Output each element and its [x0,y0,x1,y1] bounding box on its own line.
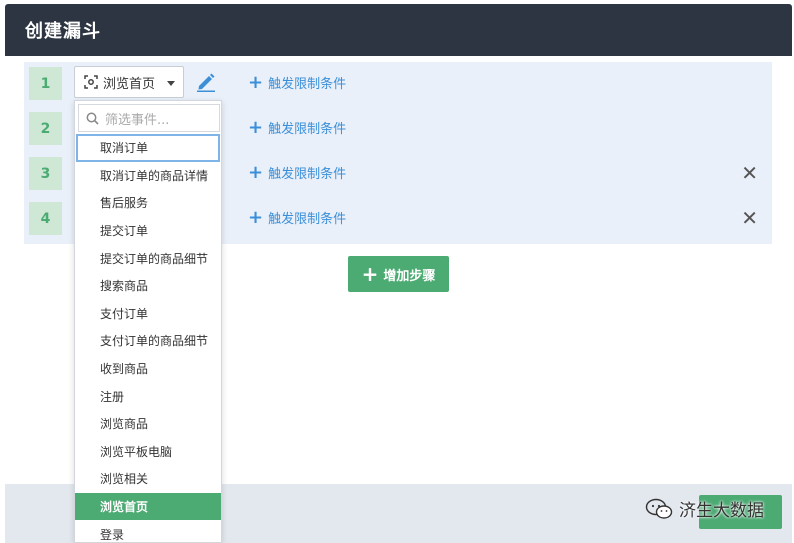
plus-icon: + [361,262,379,286]
watermark: 济生大数据 [645,496,764,521]
add-condition-link[interactable]: + 触发限制条件 [248,73,346,92]
event-option[interactable]: 浏览首页 [75,492,221,521]
plus-icon: + [248,206,264,228]
step-number: 1 [29,67,62,100]
search-placeholder: 筛选事件... [105,112,170,128]
event-select[interactable]: 浏览首页 [74,66,184,98]
edit-pencil-icon[interactable] [195,71,217,93]
event-option[interactable]: 售后服务 [75,189,221,217]
event-option[interactable]: 登录 [75,520,221,542]
event-select-value: 浏览首页 [103,76,156,92]
add-step-label: 增加步骤 [383,268,436,284]
funnel-step-row: 1 浏览首页 + 触发限制条件 [24,62,772,102]
add-condition-link[interactable]: + 触发限制条件 [248,208,346,227]
chevron-down-icon [167,81,175,86]
dialog-header: 创建漏斗 [5,4,792,56]
event-dropdown: 筛选事件... 取消订单 取消订单的商品详情 售后服务 提交订单 提交订单的商品细节 搜索… [74,100,222,543]
step-number: 2 [29,112,62,145]
event-option[interactable]: 浏览商品 [75,410,221,438]
add-condition-label: 触发限制条件 [268,167,347,182]
event-option[interactable]: 注册 [75,382,221,410]
event-option[interactable]: 取消订单的商品详情 [75,162,221,190]
plus-icon: + [248,116,264,138]
add-condition-label: 触发限制条件 [268,122,347,137]
watermark-text: 济生大数据 [679,501,764,521]
close-icon[interactable]: ✕ [741,206,758,230]
add-condition-label: 触发限制条件 [268,212,347,227]
dialog-title: 创建漏斗 [25,21,101,42]
event-option[interactable]: 支付订单 [75,300,221,328]
close-icon[interactable]: ✕ [741,161,758,185]
plus-icon: + [248,71,264,93]
event-option[interactable]: 取消订单 [76,134,220,162]
event-option[interactable]: 提交订单的商品细节 [75,244,221,272]
event-option[interactable]: 浏览相关 [75,465,221,493]
event-option[interactable]: 支付订单的商品细节 [75,327,221,355]
step-number: 4 [29,202,62,235]
search-icon [86,112,99,125]
add-condition-label: 触发限制条件 [268,77,347,92]
event-option[interactable]: 提交订单 [75,217,221,245]
event-icon [84,75,98,89]
wechat-icon [645,498,673,520]
event-option-list: 取消订单 取消订单的商品详情 售后服务 提交订单 提交订单的商品细节 搜索商品 支付订单 支付… [75,134,221,542]
add-step-button[interactable]: + 增加步骤 [348,256,449,292]
event-option[interactable]: 浏览平板电脑 [75,438,221,466]
plus-icon: + [248,161,264,183]
event-option[interactable]: 搜索商品 [75,272,221,300]
add-condition-link[interactable]: + 触发限制条件 [248,163,346,182]
create-funnel-dialog: 创建漏斗 1 浏览首页 + 触发限制条件 2 + 触发限制条件 3 + 触发限制… [5,0,792,543]
step-number: 3 [29,157,62,190]
event-search-input[interactable]: 筛选事件... [78,104,220,132]
event-option[interactable]: 收到商品 [75,355,221,383]
add-condition-link[interactable]: + 触发限制条件 [248,118,346,137]
